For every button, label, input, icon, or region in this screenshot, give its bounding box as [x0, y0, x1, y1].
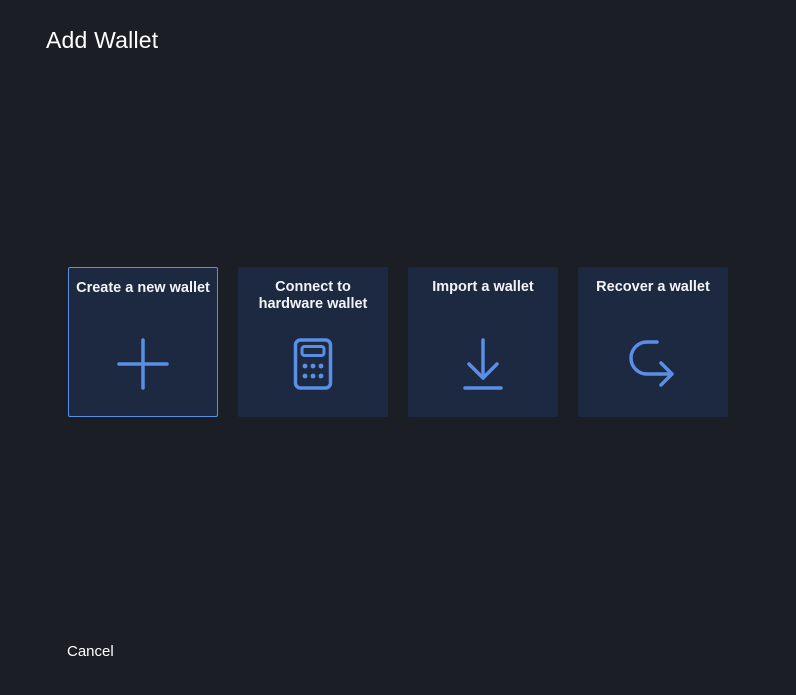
create-wallet-option[interactable]: Create a new wallet — [68, 267, 218, 417]
option-label: Create a new wallet — [76, 280, 210, 296]
redirect-arrow-icon — [623, 336, 683, 396]
cancel-button[interactable]: Cancel — [67, 643, 114, 660]
option-label: Connect to hardware wallet — [258, 279, 368, 312]
recover-wallet-option[interactable]: Recover a wallet — [578, 267, 728, 417]
hardware-wallet-icon — [283, 336, 343, 396]
import-wallet-option[interactable]: Import a wallet — [408, 267, 558, 417]
connect-hardware-wallet-option[interactable]: Connect to hardware wallet — [238, 267, 388, 417]
option-label: Recover a wallet — [596, 279, 710, 295]
option-label: Import a wallet — [432, 279, 534, 295]
download-icon — [453, 336, 513, 396]
plus-icon — [113, 336, 173, 396]
wallet-options: Create a new wallet Connect to hardware … — [68, 267, 728, 417]
page-title: Add Wallet — [46, 27, 159, 53]
